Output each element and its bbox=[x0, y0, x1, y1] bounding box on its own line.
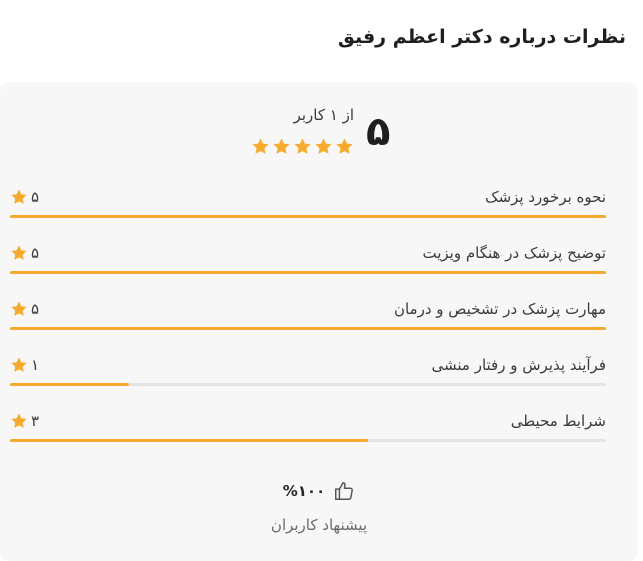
criterion-score-value: ۱ bbox=[31, 356, 40, 374]
star-icon bbox=[10, 356, 28, 374]
star-icon bbox=[335, 137, 354, 156]
criteria-list: نحوه برخورد پزشک ۵ توضیح پزشک در هنگام و… bbox=[10, 178, 606, 458]
criterion-label: نحوه برخورد پزشک bbox=[485, 188, 606, 206]
recommendation: %۱۰۰ پیشنهاد کاربران bbox=[0, 480, 638, 534]
star-icon bbox=[10, 244, 28, 262]
criterion-score-value: ۳ bbox=[31, 412, 40, 430]
page-title: نظرات درباره دکتر اعظم رفیق bbox=[337, 26, 626, 48]
criterion-score: ۵ bbox=[10, 188, 39, 206]
criterion-score: ۵ bbox=[10, 300, 39, 318]
criterion-score-value: ۵ bbox=[31, 188, 40, 206]
summary-stars bbox=[251, 137, 354, 156]
criterion-label: فرآیند پذیرش و رفتار منشی bbox=[431, 356, 606, 374]
recommendation-percent: %۱۰۰ bbox=[282, 482, 326, 500]
star-icon bbox=[272, 137, 291, 156]
criterion-bar bbox=[10, 271, 606, 274]
criterion-row: مهارت پزشک در تشخیص و درمان ۵ bbox=[10, 290, 606, 346]
criterion-bar bbox=[10, 383, 606, 386]
criterion-bar-fill bbox=[10, 215, 606, 218]
star-icon bbox=[10, 188, 28, 206]
star-icon bbox=[10, 300, 28, 318]
reviews-card: ۵ از ۱ کاربر نحوه برخورد پزشک ۵ توضیح پز… bbox=[0, 82, 638, 561]
rating-summary: ۵ از ۱ کاربر bbox=[0, 104, 638, 164]
reviewer-count: از ۱ کاربر bbox=[293, 106, 354, 124]
criterion-row: فرآیند پذیرش و رفتار منشی ۱ bbox=[10, 346, 606, 402]
criterion-bar-fill bbox=[10, 271, 606, 274]
recommendation-row: %۱۰۰ bbox=[0, 480, 638, 502]
criterion-bar bbox=[10, 215, 606, 218]
criterion-score: ۵ bbox=[10, 244, 39, 262]
criterion-bar bbox=[10, 327, 606, 330]
criterion-row: شرایط محیطی ۳ bbox=[10, 402, 606, 458]
criterion-label: توضیح پزشک در هنگام ویزیت bbox=[422, 244, 607, 262]
criterion-bar-fill bbox=[10, 439, 368, 442]
criterion-score-value: ۵ bbox=[31, 300, 40, 318]
criterion-row: توضیح پزشک در هنگام ویزیت ۵ bbox=[10, 234, 606, 290]
thumbs-up-icon bbox=[333, 480, 355, 502]
criterion-row: نحوه برخورد پزشک ۵ bbox=[10, 178, 606, 234]
criterion-score: ۳ bbox=[10, 412, 39, 430]
criterion-bar-fill bbox=[10, 327, 606, 330]
criterion-score-value: ۵ bbox=[31, 244, 40, 262]
average-score: ۵ bbox=[366, 109, 391, 155]
criterion-bar-fill bbox=[10, 383, 130, 386]
criterion-label: شرایط محیطی bbox=[510, 412, 606, 430]
star-icon bbox=[314, 137, 333, 156]
star-icon bbox=[10, 412, 28, 430]
star-icon bbox=[293, 137, 312, 156]
criterion-score: ۱ bbox=[10, 356, 39, 374]
star-icon bbox=[251, 137, 270, 156]
criterion-label: مهارت پزشک در تشخیص و درمان bbox=[393, 300, 606, 318]
recommendation-label: پیشنهاد کاربران bbox=[270, 516, 368, 534]
criterion-bar bbox=[10, 439, 606, 442]
